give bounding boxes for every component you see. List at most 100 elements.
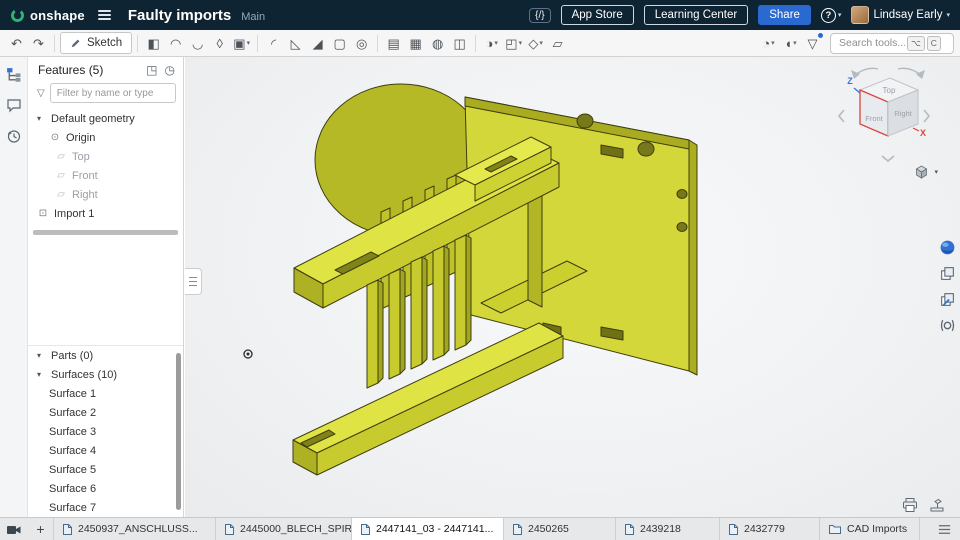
learning-center-button[interactable]: Learning Center: [644, 5, 748, 25]
draft-tool-button[interactable]: ◢: [307, 32, 328, 54]
tab-cad-imports[interactable]: CAD Imports: [820, 518, 920, 540]
search-tools: ⌥ C: [830, 33, 954, 54]
model-lower-bar: [293, 323, 563, 475]
revolve-tool-button[interactable]: ◠: [165, 32, 186, 54]
tree-item-top-plane[interactable]: ▱ Top: [28, 147, 183, 166]
thicken-tool-button[interactable]: ▣▾: [231, 32, 252, 54]
comments-button[interactable]: [4, 95, 24, 115]
display-mode-icon: ◔: [762, 37, 770, 50]
tab-2450937[interactable]: 2450937_ANSCHLUSS...: [54, 518, 216, 540]
tab-2445000[interactable]: 2445000_BLECH_SPIR...: [216, 518, 352, 540]
tab-2439218[interactable]: 2439218: [616, 518, 720, 540]
help-menu[interactable]: ? ▾: [821, 8, 842, 23]
surfaces-group-header[interactable]: ▾ Surfaces (10): [28, 365, 183, 384]
fillet-tool-button[interactable]: ◜: [263, 32, 284, 54]
origin-marker[interactable]: [242, 348, 254, 360]
chevron-down-icon[interactable]: ▾: [37, 370, 46, 379]
follow-mode-panel-button[interactable]: [937, 315, 957, 335]
parts-group-header[interactable]: ▾ Parts (0): [28, 346, 183, 365]
add-tab-button[interactable]: +: [28, 518, 54, 540]
list-item-surface-3[interactable]: Surface 3: [28, 422, 183, 441]
appearance-panel-button[interactable]: [937, 237, 957, 257]
parts-list-scrollbar[interactable]: [176, 353, 181, 510]
list-item-surface-5[interactable]: Surface 5: [28, 460, 183, 479]
tab-label: 2447141_03 - 2447141...: [376, 523, 493, 535]
display-mode-button[interactable]: ◔▾: [758, 32, 779, 54]
shell-tool-button[interactable]: ▢: [329, 32, 350, 54]
list-item-surface-2[interactable]: Surface 2: [28, 403, 183, 422]
search-tools-input[interactable]: [839, 37, 905, 49]
chamfer-tool-button[interactable]: ◺: [285, 32, 306, 54]
document-icon: [224, 523, 235, 536]
tab-2450265[interactable]: 2450265: [504, 518, 616, 540]
features-panel-title: Features (5): [38, 63, 103, 77]
tree-item-origin[interactable]: ⊙ Origin: [28, 128, 183, 147]
loft-tool-button[interactable]: ◊: [209, 32, 230, 54]
model-viewport[interactable]: Top Front Right Z X ▾: [185, 57, 960, 517]
app-store-button[interactable]: App Store: [561, 5, 634, 25]
render-sphere-icon: [939, 239, 956, 256]
build-plate-button[interactable]: [928, 496, 946, 514]
versions-history-button[interactable]: [4, 126, 24, 146]
panel-splitter-handle[interactable]: [33, 230, 178, 235]
tab-label: CAD Imports: [847, 523, 907, 535]
selection-filters-icon: ▽: [808, 37, 818, 50]
redo-button[interactable]: ↷: [28, 32, 49, 54]
display-states-panel-button[interactable]: [937, 289, 957, 309]
view-options-button[interactable]: ▾: [913, 164, 938, 180]
split-icon: ◰: [505, 37, 517, 50]
tree-item-default-geometry[interactable]: ▾ Default geometry: [28, 109, 183, 128]
sketch-label: Sketch: [87, 37, 122, 49]
split-tool-button[interactable]: ◰▾: [503, 32, 524, 54]
list-item-surface-6[interactable]: Surface 6: [28, 479, 183, 498]
undo-button[interactable]: ↶: [6, 32, 27, 54]
tab-manager-button[interactable]: [929, 518, 960, 540]
transform-tool-button[interactable]: ◇▾: [525, 32, 546, 54]
list-item-surface-7[interactable]: Surface 7: [28, 498, 183, 517]
filter-funnel-icon[interactable]: ▽: [37, 88, 45, 99]
share-button[interactable]: Share: [758, 5, 811, 25]
parts-group-label: Parts (0): [51, 350, 93, 362]
list-item-surface-1[interactable]: Surface 1: [28, 384, 183, 403]
offset-surface-tool-button[interactable]: ▱: [547, 32, 568, 54]
tree-item-import-1[interactable]: ⊡ Import 1: [28, 204, 183, 223]
linear-pattern-tool-button[interactable]: ▦: [405, 32, 426, 54]
section-view-button[interactable]: ◖▾: [780, 32, 801, 54]
feature-filter-input[interactable]: [50, 83, 176, 103]
user-menu[interactable]: Lindsay Early ▾: [851, 6, 950, 24]
extrude-tool-button[interactable]: ◧: [143, 32, 164, 54]
tree-item-front-plane[interactable]: ▱ Front: [28, 166, 183, 185]
list-item-surface-4[interactable]: Surface 4: [28, 441, 183, 460]
boolean-tool-button[interactable]: ◑▾: [481, 32, 502, 54]
circular-pattern-tool-button[interactable]: ◍: [427, 32, 448, 54]
configurations-panel-button[interactable]: [937, 263, 957, 283]
onshape-logo[interactable]: onshape: [10, 8, 85, 23]
workspace-name[interactable]: Main: [241, 11, 265, 23]
features-panel-button[interactable]: [4, 64, 24, 84]
tab-2447141-active[interactable]: 2447141_03 - 2447141...: [352, 518, 504, 540]
rotate-east-icon: [924, 110, 929, 122]
hole-tool-button[interactable]: ◎: [351, 32, 372, 54]
selection-filters-button[interactable]: ▽: [802, 32, 823, 54]
x-axis-label: X: [920, 128, 926, 138]
tree-item-right-plane[interactable]: ▱ Right: [28, 185, 183, 204]
rib-tool-button[interactable]: ▤: [383, 32, 404, 54]
chevron-down-icon[interactable]: ▾: [37, 351, 46, 360]
left-rail: [0, 57, 28, 517]
view-cube[interactable]: Top Front Right Z X: [824, 66, 930, 170]
chevron-down-icon: ▾: [771, 39, 775, 47]
print-button[interactable]: [901, 496, 919, 514]
sketch-button[interactable]: Sketch: [60, 32, 132, 54]
sweep-tool-button[interactable]: ◡: [187, 32, 208, 54]
mirror-tool-button[interactable]: ◫: [449, 32, 470, 54]
tab-2432779[interactable]: 2432779: [720, 518, 820, 540]
dev-tools-icon[interactable]: {/}: [529, 8, 550, 23]
shell-icon: ▢: [334, 37, 346, 50]
chevron-down-icon[interactable]: ▾: [37, 114, 46, 123]
capture-button[interactable]: [0, 518, 28, 540]
popout-panel-icon[interactable]: ◳: [146, 64, 157, 76]
panel-collapse-handle[interactable]: [185, 268, 202, 295]
plane-icon: ▱: [55, 151, 67, 162]
rollback-history-icon[interactable]: ◷: [165, 64, 175, 76]
main-menu-icon[interactable]: [95, 7, 114, 23]
